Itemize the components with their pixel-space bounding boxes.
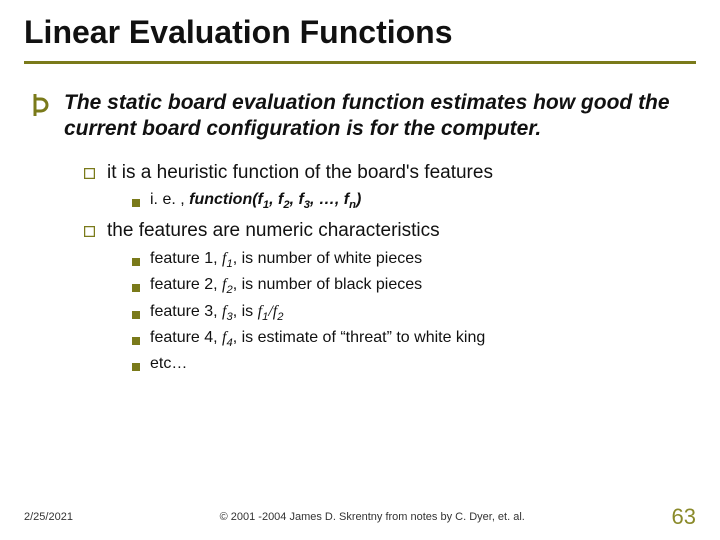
- slide-title: Linear Evaluation Functions: [24, 14, 696, 59]
- bullet-level3: feature 1, f1, is number of white pieces: [132, 248, 696, 272]
- small-square-icon: [132, 306, 140, 325]
- bullet-level1: The static board evaluation function est…: [32, 90, 696, 143]
- bullet-level3: feature 3, f3, is f1/f2: [132, 301, 696, 325]
- bullet-level3: i. e. , function(f1, f2, f3, …, fn): [132, 189, 696, 213]
- title-divider: [24, 61, 696, 64]
- thorn-icon: [32, 94, 50, 143]
- sub2-item-1: feature 2, f2, is number of black pieces: [150, 274, 422, 298]
- small-square-icon: [132, 332, 140, 351]
- main-point-text: The static board evaluation function est…: [64, 90, 696, 143]
- footer-date: 2/25/2021: [24, 511, 73, 523]
- bullet-level2: it is a heuristic function of the board'…: [84, 161, 696, 186]
- small-square-icon: [132, 253, 140, 272]
- footer-copyright: © 2001 -2004 James D. Skrentny from note…: [73, 511, 672, 523]
- square-bullet-icon: [84, 166, 95, 186]
- square-bullet-icon: [84, 224, 95, 244]
- sub2-text: the features are numeric characteristics: [107, 219, 440, 244]
- slide-footer: 2/25/2021 © 2001 -2004 James D. Skrentny…: [0, 504, 720, 530]
- bullet-level3: etc…: [132, 353, 696, 376]
- sub1-item-0: i. e. , function(f1, f2, f3, …, fn): [150, 189, 361, 213]
- small-square-icon: [132, 279, 140, 298]
- sub2-item-2: feature 3, f3, is f1/f2: [150, 301, 283, 325]
- small-square-icon: [132, 358, 140, 376]
- sub2-item-4: etc…: [150, 353, 187, 376]
- bullet-level3: feature 4, f4, is estimate of “threat” t…: [132, 327, 696, 351]
- page-number: 63: [672, 504, 696, 530]
- small-square-icon: [132, 194, 140, 213]
- sub2-item-3: feature 4, f4, is estimate of “threat” t…: [150, 327, 485, 351]
- sub1-text: it is a heuristic function of the board'…: [107, 161, 493, 186]
- sub2-item-0: feature 1, f1, is number of white pieces: [150, 248, 422, 272]
- bullet-level3: feature 2, f2, is number of black pieces: [132, 274, 696, 298]
- bullet-level2: the features are numeric characteristics: [84, 219, 696, 244]
